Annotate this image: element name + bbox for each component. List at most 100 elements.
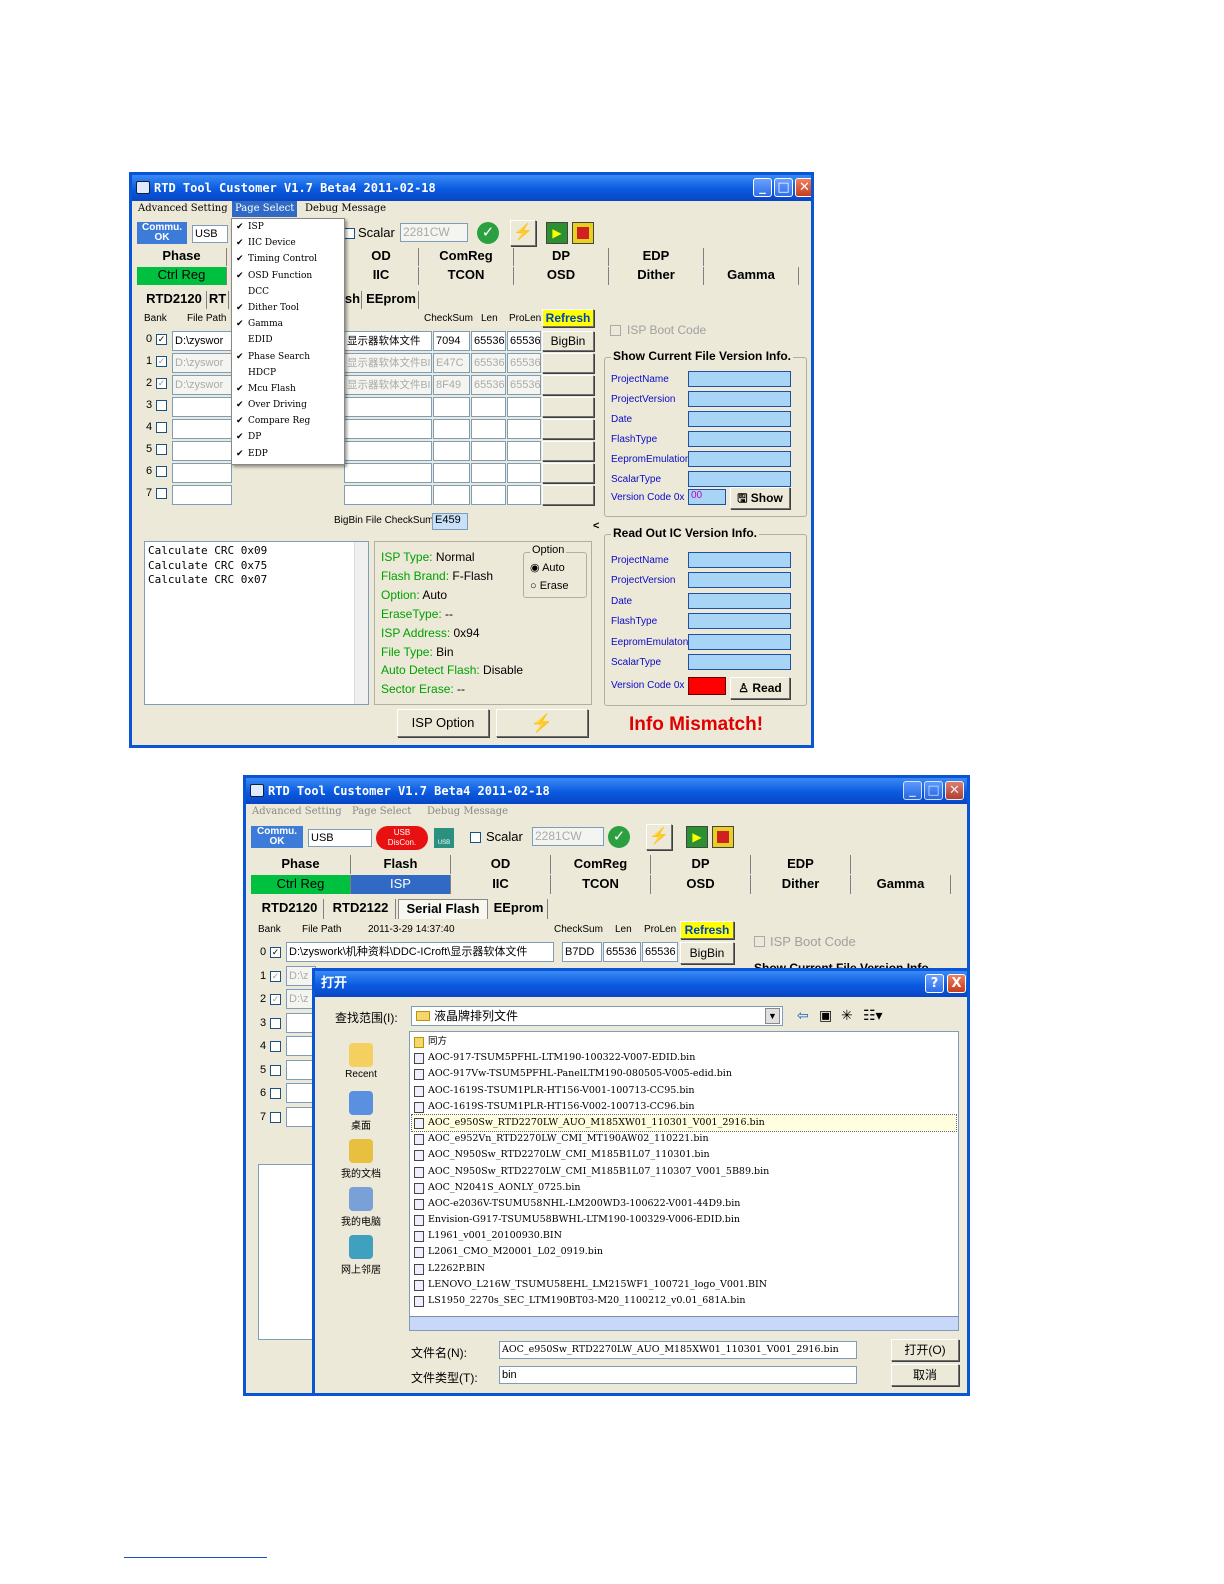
look-in-select[interactable]: 液晶牌排列文件 ▼ bbox=[411, 1006, 783, 1026]
subtab-rtd2120[interactable]: RTD2120 bbox=[256, 899, 324, 919]
file-path-field[interactable]: D:\zyswor bbox=[172, 375, 232, 395]
bank-action-button[interactable] bbox=[542, 375, 594, 395]
refresh-button[interactable]: Refresh bbox=[542, 309, 594, 327]
tab-ctrl-reg[interactable]: Ctrl Reg bbox=[251, 875, 351, 894]
chevron-down-icon[interactable]: ▼ bbox=[765, 1008, 780, 1024]
file-item[interactable]: L1961_v001_20100930.BIN bbox=[412, 1228, 956, 1244]
file-description-field[interactable] bbox=[344, 463, 432, 483]
tab-edp[interactable]: EDP bbox=[751, 855, 851, 874]
tab-comreg[interactable]: ComReg bbox=[551, 855, 651, 874]
dialog-close-button[interactable]: X bbox=[947, 974, 966, 993]
menu-page-select[interactable]: Page Select bbox=[232, 201, 298, 217]
bigbin-button-2[interactable]: BigBin bbox=[680, 942, 734, 964]
menu-item-isp[interactable]: ✔ ISP bbox=[232, 219, 344, 235]
menu-item-timing-control[interactable]: ✔ Timing Control bbox=[232, 251, 344, 267]
option-auto-radio[interactable]: ◉ Auto bbox=[530, 561, 565, 574]
scalar-checkbox[interactable] bbox=[344, 228, 355, 239]
tab-ctrl-reg[interactable]: Ctrl Reg bbox=[137, 267, 227, 285]
file-item[interactable]: AOC-917Vw-TSUM5PFHL-PanelLTM190-080505-V… bbox=[412, 1066, 956, 1082]
bank-checkbox[interactable] bbox=[156, 444, 167, 455]
file-description-field[interactable]: 显示器软体文件BIN bbox=[344, 353, 432, 373]
cancel-button[interactable]: 取消 bbox=[891, 1364, 959, 1386]
scalar-select[interactable]: 2281CW bbox=[400, 223, 468, 242]
subtab-rtd2122[interactable]: RTD2122 bbox=[326, 899, 396, 919]
close-button[interactable]: ✕ bbox=[795, 178, 811, 197]
file-description-field[interactable] bbox=[344, 485, 432, 505]
stop-icon-2[interactable] bbox=[712, 826, 734, 848]
file-path-field[interactable] bbox=[172, 419, 232, 439]
isp-boot-code-checkbox-2[interactable] bbox=[754, 936, 765, 947]
subtab-rtd2122[interactable]: RT bbox=[207, 291, 229, 309]
file-path-field[interactable]: D:\zyswor bbox=[172, 353, 232, 373]
file-description-field[interactable] bbox=[344, 397, 432, 417]
confirm-icon[interactable]: ✓ bbox=[477, 222, 499, 244]
bank-checkbox[interactable] bbox=[270, 1017, 281, 1029]
confirm-icon-2[interactable]: ✓ bbox=[608, 826, 630, 848]
tab-flash[interactable]: Flash bbox=[351, 855, 451, 874]
minimize-button-2[interactable]: _ bbox=[903, 781, 922, 800]
file-description-field[interactable] bbox=[344, 441, 432, 461]
menu-item-edp[interactable]: ✔ EDP bbox=[232, 446, 344, 462]
tab-edp[interactable]: EDP bbox=[609, 248, 704, 266]
dialog-help-button[interactable]: ? bbox=[925, 974, 944, 993]
isp-option-button[interactable]: ISP Option bbox=[397, 709, 489, 737]
file-item[interactable]: AOC_N950Sw_RTD2270LW_CMI_M185B1L07_11030… bbox=[412, 1147, 956, 1163]
bank-action-button[interactable] bbox=[542, 463, 594, 483]
tab-gamma[interactable]: Gamma bbox=[851, 875, 951, 894]
place-1[interactable]: 桌面 bbox=[331, 1091, 391, 1132]
bank-checkbox[interactable]: ✓ bbox=[156, 334, 167, 345]
view-menu-icon[interactable]: ☷▾ bbox=[863, 1007, 883, 1024]
bank-checkbox[interactable]: ✓ bbox=[156, 378, 167, 389]
bank-action-button[interactable] bbox=[542, 419, 594, 439]
filetype-select[interactable]: bin bbox=[499, 1366, 857, 1384]
tab-phase[interactable]: Phase bbox=[251, 855, 351, 874]
subtab-serial-flash[interactable]: sh bbox=[344, 291, 362, 309]
collapse-arrow-icon[interactable]: < bbox=[593, 520, 599, 532]
scalar-checkbox-2[interactable] bbox=[470, 832, 481, 843]
tab-phase[interactable]: Phase bbox=[137, 248, 227, 266]
bank-action-button[interactable] bbox=[542, 485, 594, 505]
minimize-button[interactable]: _ bbox=[753, 178, 772, 197]
file-item[interactable]: AOC-917-TSUM5PFHL-LTM190-100322-V007-EDI… bbox=[412, 1050, 956, 1066]
isp-start-button[interactable]: ⚡ bbox=[496, 709, 588, 737]
bank-action-button[interactable] bbox=[542, 441, 594, 461]
file-path-field[interactable] bbox=[172, 441, 232, 461]
file-item[interactable]: AOC_e950Sw_RTD2270LW_AUO_M185XW01_110301… bbox=[411, 1113, 957, 1133]
crc-log-2[interactable] bbox=[258, 1164, 314, 1340]
up-folder-icon[interactable]: ▣ bbox=[819, 1007, 832, 1024]
file-item[interactable]: AOC_e952Vn_RTD2270LW_CMI_MT190AW02_11022… bbox=[412, 1131, 956, 1147]
usb-disconnect-badge[interactable]: USB DisCon. bbox=[376, 826, 428, 850]
menu-debug-message-2[interactable]: Debug Message bbox=[427, 806, 508, 817]
subtab-eeprom[interactable]: EEprom bbox=[364, 291, 419, 309]
tab-dp[interactable]: DP bbox=[514, 248, 609, 266]
file-item[interactable]: Envision-G917-TSUMU58BWHL-LTM190-100329-… bbox=[412, 1212, 956, 1228]
place-0[interactable]: Recent bbox=[331, 1043, 391, 1080]
new-folder-icon[interactable]: ✳ bbox=[841, 1007, 853, 1024]
menu-item-dp[interactable]: ✔ DP bbox=[232, 429, 344, 445]
tab-iic[interactable]: IIC bbox=[344, 267, 419, 285]
menu-item-hdcp[interactable]: HDCP bbox=[232, 365, 344, 381]
scalar-select-2[interactable]: 2281CW bbox=[532, 827, 604, 846]
open-button[interactable]: 打开(O) bbox=[891, 1339, 959, 1361]
file-item[interactable]: AOC_N2041S_AONLY_0725.bin bbox=[412, 1180, 956, 1196]
menu-item-compare-reg[interactable]: ✔ Compare Reg bbox=[232, 413, 344, 429]
tab-comreg[interactable]: ComReg bbox=[419, 248, 514, 266]
tab-isp[interactable]: ISP bbox=[351, 875, 451, 894]
tab-od[interactable]: OD bbox=[451, 855, 551, 874]
title-bar[interactable]: RTD Tool Customer V1.7 Beta4 2011-02-18 … bbox=[132, 175, 811, 201]
tab-tcon[interactable]: TCON bbox=[419, 267, 514, 285]
tab-tcon[interactable]: TCON bbox=[551, 875, 651, 894]
bank-checkbox[interactable]: ✓ bbox=[270, 970, 281, 982]
menu-item-dcc[interactable]: DCC bbox=[232, 284, 344, 300]
menu-item-over-driving[interactable]: ✔ Over Driving bbox=[232, 397, 344, 413]
maximize-button[interactable]: □ bbox=[774, 178, 793, 197]
option-erase-radio[interactable]: ○ Erase bbox=[530, 580, 568, 592]
port-select-2[interactable]: USB bbox=[308, 829, 372, 847]
file-description-field[interactable]: 显示器软体文件 bbox=[344, 331, 432, 351]
tab-osd[interactable]: OSD bbox=[514, 267, 609, 285]
menu-debug-message[interactable]: Debug Message bbox=[305, 203, 386, 214]
file-path-field[interactable]: D:\zyswork\机种资料\DDC-ICroft\显示器软体文件 bbox=[286, 942, 554, 962]
tab-od[interactable]: OD bbox=[344, 248, 419, 266]
tab-dp[interactable]: DP bbox=[651, 855, 751, 874]
bank-checkbox[interactable] bbox=[270, 1111, 281, 1123]
